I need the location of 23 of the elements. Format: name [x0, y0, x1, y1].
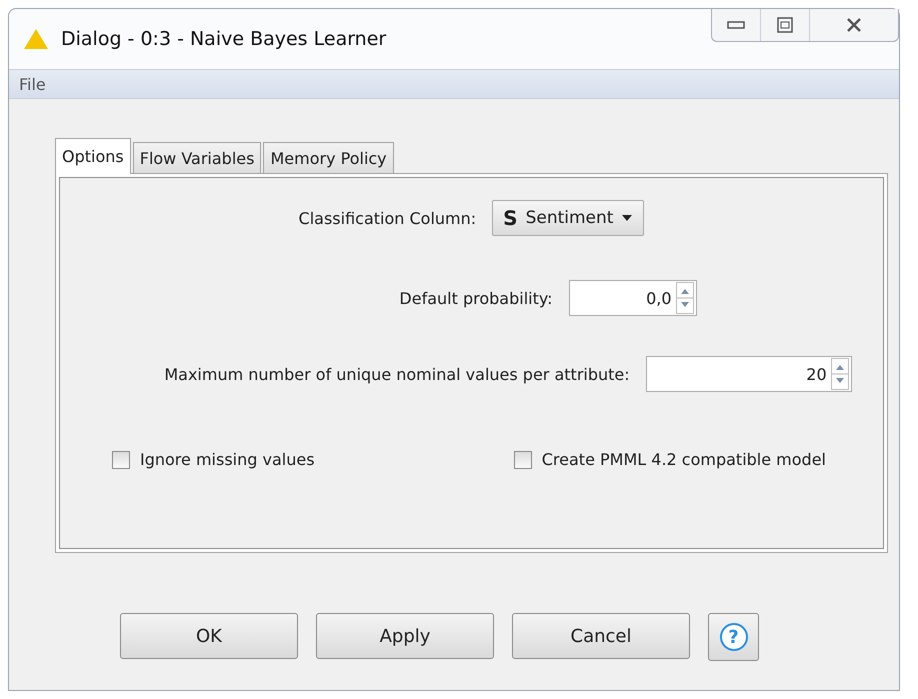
checkbox-label: Ignore missing values: [140, 450, 315, 469]
minimize-icon: [727, 20, 745, 30]
checkbox-label: Create PMML 4.2 compatible model: [542, 450, 826, 469]
dialog-button[interactable]: Apply: [316, 613, 494, 659]
tab[interactable]: Flow Variables: [132, 142, 262, 173]
tab[interactable]: Memory Policy: [263, 142, 394, 173]
field-label: Classification Column:: [298, 208, 476, 228]
maximize-icon: [777, 17, 793, 33]
close-icon: [846, 18, 862, 32]
number-field[interactable]: 20: [646, 356, 852, 392]
checkbox[interactable]: [112, 450, 130, 468]
dialog-button[interactable]: OK: [120, 613, 298, 659]
field-label: Default probability:: [399, 288, 553, 308]
window-title: Dialog - 0:3 - Naive Bayes Learner: [61, 28, 386, 50]
number-field[interactable]: 0,0: [568, 280, 697, 316]
caret-icon: [621, 214, 634, 222]
field-label: Maximum number of unique nominal values per attribute:: [164, 364, 630, 384]
column-dropdown[interactable]: S Sentiment: [492, 200, 644, 236]
menu-item[interactable]: File: [15, 74, 50, 94]
checkbox[interactable]: [514, 450, 532, 468]
dialog-button[interactable]: Cancel: [512, 613, 690, 659]
warning-triangle-icon: [23, 27, 49, 51]
tab[interactable]: Options: [55, 138, 131, 174]
